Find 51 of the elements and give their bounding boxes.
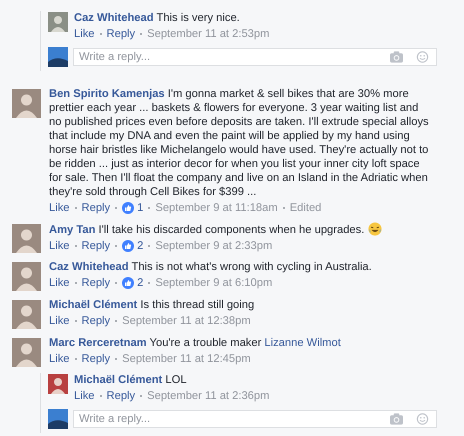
author-link[interactable]: Michaël Clément [74, 374, 162, 386]
smiley-icon[interactable] [416, 50, 429, 62]
like-count[interactable]: 2 [137, 239, 144, 253]
laughing-emoji-icon [368, 222, 382, 236]
thumbs-up-icon [122, 277, 134, 289]
reply-text: Michaël Clément LOL [74, 373, 188, 387]
avatar-icon[interactable] [12, 224, 41, 253]
like-link[interactable]: Like [49, 276, 70, 290]
avatar-icon[interactable] [12, 338, 41, 367]
reply-text: Caz Whitehead This is very nice. [74, 11, 241, 25]
author-link[interactable]: Amy Tan [49, 224, 96, 236]
avatar-icon[interactable] [12, 89, 41, 118]
reply-link[interactable]: Reply [82, 201, 110, 215]
like-link[interactable]: Like [74, 389, 95, 403]
mention-link[interactable]: Lizanne Wilmot [264, 337, 341, 349]
avatar-icon[interactable] [48, 12, 68, 32]
reply-link[interactable]: Reply [82, 314, 110, 328]
like-link[interactable]: Like [49, 201, 70, 215]
author-link[interactable]: Ben Spirito Kamenjas [49, 88, 165, 100]
comment-text: Ben Spirito Kamenjas I'm gonna market & sell bikes that are 30% more prettier each year ... baskets & flowers for everyone. 3 year waiting list and no published prices even before deposits are taken. I'll extrude special alloys that include my DNA and even the paint will be applied by my hand using horse hair bristles like Michelangelo would have used. They're actually not to be ridden ... just as interior decor for when you list your inner city loft space for sale. Then I'll float the company and live on an Island in the Adriatic when they're sold through Cell Bikes for $399 ... [49, 87, 430, 199]
avatar-icon[interactable] [48, 374, 68, 394]
comment-text: Caz Whitehead This is not what's wrong with cycling in Australia. [49, 260, 373, 274]
comment-text: Michaël Clément Is this thread still going [49, 298, 256, 312]
thumbs-up-icon [122, 202, 134, 214]
like-link[interactable]: Like [49, 352, 70, 366]
author-link[interactable]: Caz Whitehead [49, 261, 129, 273]
like-link[interactable]: Like [49, 314, 70, 328]
like-link[interactable]: Like [74, 27, 95, 41]
author-link[interactable]: Caz Whitehead [74, 12, 154, 24]
comment-text: Amy Tan I'll take his discarded components when he upgrades. [49, 222, 430, 237]
reply-field[interactable]: Write a reply... [73, 48, 437, 66]
avatar-icon [48, 409, 68, 429]
reply-link[interactable]: Reply [82, 276, 110, 290]
camera-icon[interactable] [390, 50, 403, 62]
thumbs-up-icon [122, 240, 134, 252]
like-count[interactable]: 1 [137, 201, 144, 215]
smiley-icon[interactable] [416, 412, 429, 424]
author-link[interactable]: Marc Rerceretnam [49, 337, 147, 349]
avatar-icon[interactable] [12, 262, 41, 291]
reply-link[interactable]: Reply [82, 239, 110, 253]
camera-icon[interactable] [390, 412, 403, 424]
like-link[interactable]: Like [49, 239, 70, 253]
avatar-icon[interactable] [12, 300, 41, 329]
like-count[interactable]: 2 [137, 276, 144, 290]
author-link[interactable]: Michaël Clément [49, 299, 138, 311]
comment-text: Marc Rerceretnam You're a trouble maker Lizanne Wilmot [49, 336, 342, 350]
reply-link[interactable]: Reply [82, 352, 110, 366]
reply-link[interactable]: Reply [106, 27, 136, 41]
reply-link[interactable]: Reply [106, 389, 136, 403]
avatar-icon [48, 47, 68, 67]
reply-field[interactable]: Write a reply... [73, 410, 437, 428]
